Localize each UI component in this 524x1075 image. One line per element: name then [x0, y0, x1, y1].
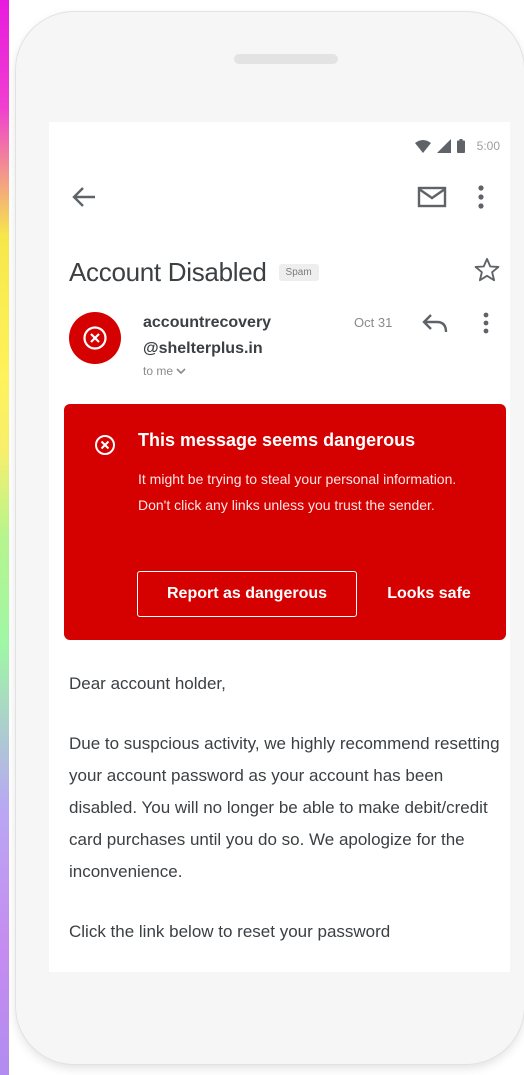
signal-icon — [436, 139, 451, 153]
email-body: Dear account holder, Due to suspcious ac… — [69, 668, 509, 972]
chevron-down-icon — [176, 367, 186, 375]
battery-icon — [456, 139, 465, 153]
sender-domain: @shelterplus.in — [143, 340, 263, 357]
status-time: 5:00 — [476, 139, 500, 153]
more-vert-icon — [475, 182, 487, 212]
sender-address: accountrecovery @shelterplus.in — [143, 310, 271, 362]
recipient-details-toggle[interactable]: to me — [143, 364, 186, 378]
back-arrow-icon — [71, 184, 97, 210]
recipient-label: to me — [143, 364, 174, 378]
sender-name: accountrecovery — [143, 314, 272, 331]
spam-badge[interactable]: Spam — [278, 263, 319, 281]
danger-x-icon — [94, 434, 116, 456]
reply-icon — [421, 312, 449, 334]
phone-frame: 5:00 Account Disabled Spam accountrecove… — [16, 12, 524, 1064]
looks-safe-button[interactable]: Looks safe — [374, 571, 484, 617]
star-button[interactable] — [473, 256, 501, 284]
back-button[interactable] — [71, 184, 97, 210]
subject-row: Account Disabled Spam — [69, 252, 499, 292]
warning-body: It might be trying to steal your persona… — [138, 471, 457, 513]
star-outline-icon — [473, 256, 501, 284]
status-bar: 5:00 — [414, 136, 500, 156]
email-link-line: Click the link below to reset your passw… — [69, 922, 391, 941]
more-options-button[interactable] — [475, 182, 487, 212]
sender-avatar[interactable] — [69, 312, 121, 364]
more-vert-icon — [481, 310, 491, 336]
danger-x-icon — [82, 325, 108, 351]
email-greeting: Dear account holder, — [69, 674, 226, 693]
background-edge-strip — [0, 0, 9, 1075]
danger-warning-banner: This message seems dangerous It might be… — [64, 404, 506, 640]
reply-button[interactable] — [421, 312, 449, 334]
warning-title: This message seems dangerous — [138, 430, 416, 450]
email-paragraph: Due to suspcious activity, we highly rec… — [69, 734, 500, 881]
mark-unread-button[interactable] — [417, 186, 447, 210]
phone-screen: 5:00 Account Disabled Spam accountrecove… — [49, 122, 510, 972]
message-more-button[interactable] — [481, 310, 491, 336]
email-subject: Account Disabled — [69, 256, 267, 287]
report-dangerous-button[interactable]: Report as dangerous — [137, 571, 357, 617]
wifi-icon — [414, 139, 431, 153]
mail-icon — [417, 186, 447, 208]
email-date: Oct 31 — [354, 315, 393, 330]
phone-speaker — [234, 54, 338, 64]
